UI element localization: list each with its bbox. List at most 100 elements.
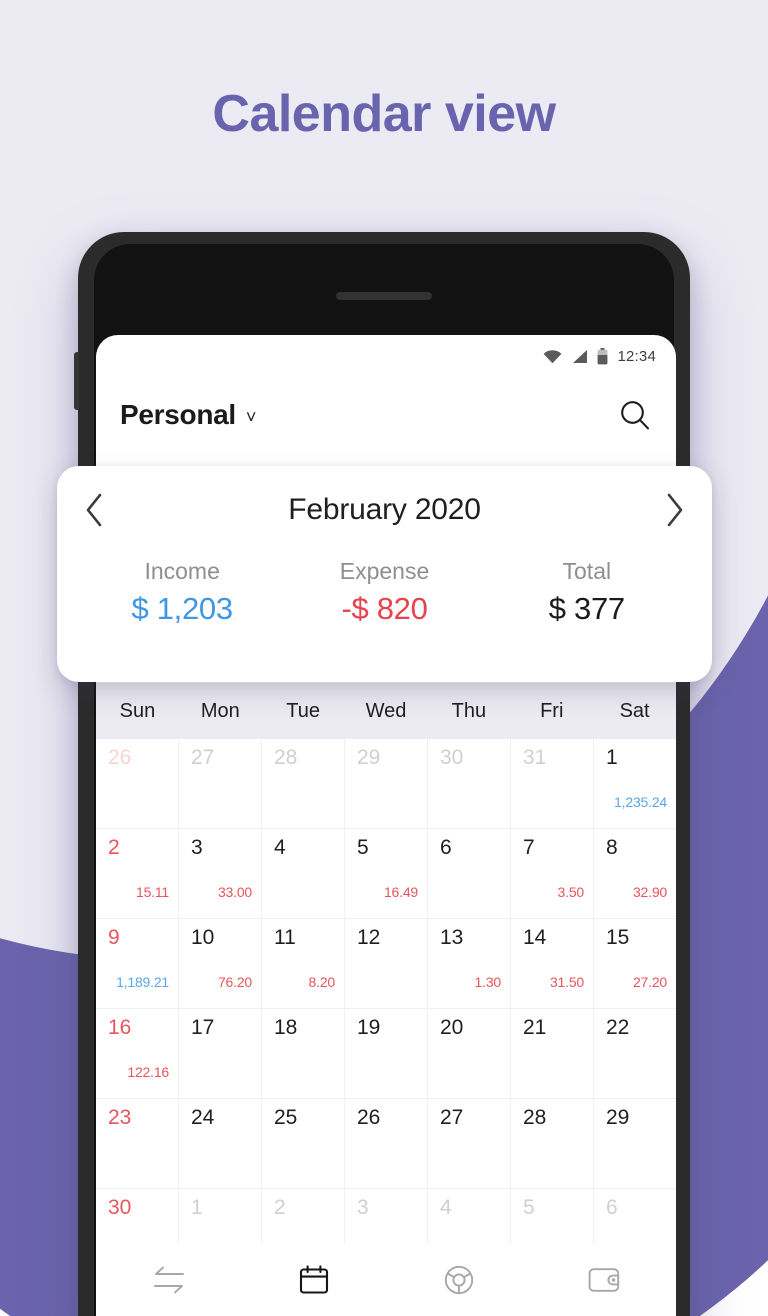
calendar-day-number: 29 — [357, 746, 381, 769]
calendar-day-number: 28 — [274, 746, 298, 769]
calendar-day-amount: 1.30 — [474, 974, 502, 990]
total-value: $ 377 — [548, 591, 625, 626]
calendar-day-cell[interactable]: 19 — [345, 1009, 428, 1098]
calendar-day-cell[interactable]: 21 — [511, 1009, 594, 1098]
calendar-day-cell[interactable]: 28 — [262, 739, 345, 828]
account-name[interactable]: Personal — [120, 399, 236, 431]
calendar-day-number: 14 — [523, 926, 547, 949]
income-value: $ 1,203 — [131, 591, 233, 626]
calendar-day-cell[interactable]: 15 27.20 — [594, 919, 676, 1008]
month-navigator: February 2020 — [57, 466, 712, 554]
nav-statistics[interactable] — [386, 1264, 531, 1296]
calendar-day-cell[interactable]: 28 — [511, 1099, 594, 1188]
calendar-day-amount: 16.49 — [383, 884, 418, 900]
calendar-day-number: 27 — [440, 1106, 464, 1129]
calendar-day-cell[interactable]: 3 33.00 — [179, 829, 262, 918]
nav-calendar[interactable] — [241, 1264, 386, 1296]
calendar-day-number: 28 — [523, 1106, 547, 1129]
calendar-day-cell[interactable]: 11 8.20 — [262, 919, 345, 1008]
month-summary-card: February 2020 Income $ 1,203 Expense -$ … — [57, 466, 712, 682]
nav-accounts[interactable] — [531, 1265, 676, 1295]
poster-canvas: Calendar view 12:34 Personal ˅ Sun Mon T… — [0, 0, 768, 1316]
calendar-day-number: 16 — [108, 1016, 132, 1039]
signal-icon — [571, 349, 588, 364]
calendar-day-number: 17 — [191, 1016, 215, 1039]
calendar-day-cell[interactable]: 2 15.11 — [96, 829, 179, 918]
month-totals: Income $ 1,203 Expense -$ 820 Total $ 37… — [57, 558, 712, 627]
nav-transfers[interactable] — [96, 1265, 241, 1295]
calendar-day-cell[interactable]: 18 — [262, 1009, 345, 1098]
calendar-day-cell[interactable]: 14 31.50 — [511, 919, 594, 1008]
calendar-day-cell[interactable]: 9 1,189.21 — [96, 919, 179, 1008]
calendar-day-amount: 32.90 — [632, 884, 667, 900]
calendar-day-cell[interactable]: 17 — [179, 1009, 262, 1098]
search-icon[interactable] — [618, 398, 652, 432]
weekday-tue: Tue — [286, 699, 321, 722]
wifi-icon — [543, 349, 562, 364]
calendar-day-number: 1 — [191, 1196, 203, 1219]
phone-speaker — [336, 292, 432, 300]
calendar-day-cell[interactable]: 25 — [262, 1099, 345, 1188]
calendar-day-cell[interactable]: 4 — [262, 829, 345, 918]
calendar-day-number: 25 — [274, 1106, 298, 1129]
calendar-day-number: 6 — [606, 1196, 618, 1219]
calendar-day-cell[interactable]: 24 — [179, 1099, 262, 1188]
calendar-day-number: 4 — [440, 1196, 452, 1219]
calendar-day-amount: 1,235.24 — [614, 794, 667, 810]
calendar-week-row: 23 24 25 26 27 28 29 — [96, 1099, 676, 1189]
calendar-day-amount: 3.50 — [557, 884, 585, 900]
calendar-day-cell[interactable]: 31 — [511, 739, 594, 828]
calendar-day-cell[interactable]: 23 — [96, 1099, 179, 1188]
next-month-button[interactable] — [636, 466, 712, 554]
calendar-day-cell[interactable]: 30 — [428, 739, 511, 828]
weekday-wed: Wed — [365, 699, 407, 722]
calendar-day-cell[interactable]: 22 — [594, 1009, 676, 1098]
page-title: Calendar view — [212, 85, 556, 143]
expense-value: -$ 820 — [341, 591, 428, 626]
calendar-day-cell[interactable]: 12 — [345, 919, 428, 1008]
calendar-day-cell[interactable]: 26 — [345, 1099, 428, 1188]
calendar-day-cell[interactable]: 26 — [96, 739, 179, 828]
calendar-day-cell[interactable]: 29 — [594, 1099, 676, 1188]
calendar-day-cell[interactable]: 7 3.50 — [511, 829, 594, 918]
calendar-week-row: 2 15.11 3 33.00 4 5 16.49 6 7 3.50 8 32.90 — [96, 829, 676, 919]
calendar-day-number: 5 — [523, 1196, 535, 1219]
calendar-day-cell[interactable]: 6 — [428, 829, 511, 918]
calendar-day-number: 8 — [606, 836, 618, 859]
calendar-day-cell[interactable]: 13 1.30 — [428, 919, 511, 1008]
calendar-day-cell[interactable]: 16 122.16 — [96, 1009, 179, 1098]
calendar-day-number: 11 — [274, 926, 296, 949]
status-bar-clock: 12:34 — [617, 347, 656, 365]
calendar-day-cell[interactable]: 5 16.49 — [345, 829, 428, 918]
calendar-day-cell[interactable]: 20 — [428, 1009, 511, 1098]
weekday-header: Sun Mon Tue Wed Thu Fri Sat — [96, 683, 676, 739]
calendar-day-amount: 27.20 — [632, 974, 667, 990]
app-bar: Personal ˅ — [96, 377, 676, 453]
calendar-day-number: 4 — [274, 836, 286, 859]
calendar-day-cell[interactable]: 10 76.20 — [179, 919, 262, 1008]
calendar-day-number: 24 — [191, 1106, 215, 1129]
calendar-day-cell[interactable]: 29 — [345, 739, 428, 828]
expense-label: Expense — [339, 558, 430, 584]
calendar-day-cell[interactable]: 27 — [428, 1099, 511, 1188]
chevron-down-icon[interactable]: ˅ — [246, 408, 257, 426]
calendar-day-cell[interactable]: 8 32.90 — [594, 829, 676, 918]
calendar-day-number: 12 — [357, 926, 381, 949]
calendar-day-number: 22 — [606, 1016, 630, 1039]
calendar-day-number: 3 — [191, 836, 203, 859]
calendar-day-number: 2 — [108, 836, 120, 859]
calendar-day-number: 1 — [606, 746, 618, 769]
total-summary: Total $ 377 — [486, 558, 688, 627]
calendar-day-number: 21 — [523, 1016, 547, 1039]
calendar-day-number: 2 — [274, 1196, 286, 1219]
prev-month-button[interactable] — [57, 466, 133, 554]
calendar-day-amount: 15.11 — [136, 884, 169, 900]
calendar-day-number: 30 — [440, 746, 464, 769]
phone-side-button — [74, 352, 79, 410]
bottom-navigation — [96, 1244, 676, 1316]
calendar-day-cell[interactable]: 27 — [179, 739, 262, 828]
calendar-day-cell[interactable]: 1 1,235.24 — [594, 739, 676, 828]
calendar-day-number: 26 — [357, 1106, 381, 1129]
income-label: Income — [144, 558, 220, 584]
battery-icon — [597, 347, 608, 365]
